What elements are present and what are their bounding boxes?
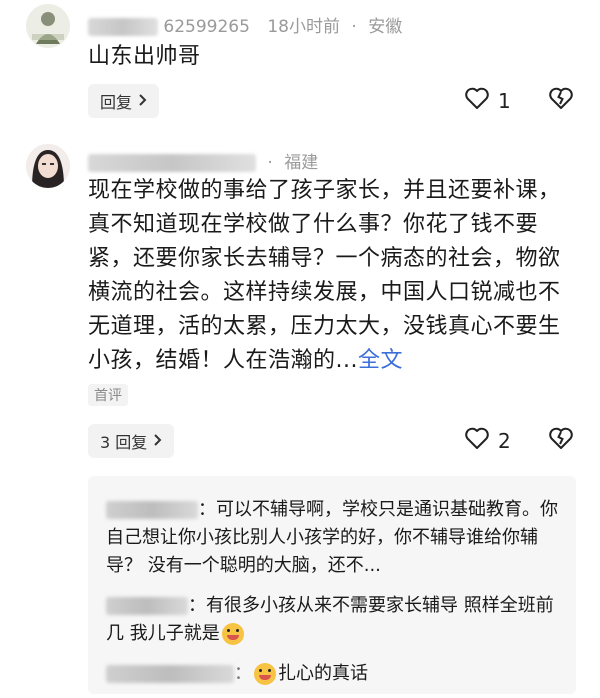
comment-text: 现在学校做的事给了孩子家长，并且还要补课，真不知道现在学校做了什么事？你花了钱不… (88, 174, 572, 378)
chevron-right-icon (153, 432, 162, 451)
sub-reply-username-blurred[interactable] (106, 597, 188, 615)
comment-time: 18小时前 (267, 17, 340, 37)
sub-replies-panel: ：可以不辅导啊，学校只是通识基础教育。你自己想让你小孩比别人小孩学的好，你不辅导… (88, 476, 576, 694)
reply-button[interactable]: 回复 (88, 84, 160, 118)
heart-icon (464, 86, 490, 115)
comment-meta: · 福建 (88, 148, 318, 173)
comment-location: 福建 (284, 153, 319, 173)
first-comment-badge: 首评 (88, 384, 128, 406)
sub-reply-item[interactable]: ：有很多小孩从来不需要家长辅导 照样全班前几 我儿子就是 (106, 592, 566, 648)
username-blurred (88, 18, 158, 36)
sub-reply-text: 扎心的真话 (278, 663, 368, 684)
like-button[interactable]: 2 (464, 426, 511, 455)
comment-text: 山东出帅哥 (88, 44, 201, 69)
like-button[interactable]: 1 (464, 86, 511, 115)
comment-item: 62599265 18小时前 · 安徽 山东出帅哥 回复 1 (0, 0, 600, 130)
dislike-icon[interactable] (548, 426, 574, 454)
chevron-right-icon (138, 92, 147, 111)
emoji-icon (221, 623, 244, 645)
dislike-icon[interactable] (548, 86, 574, 114)
comment-meta: 62599265 18小时前 · 安徽 (88, 12, 402, 37)
sub-reply-username-blurred[interactable] (106, 665, 234, 683)
comment-text-content: 现在学校做的事给了孩子家长，并且还要补课，真不知道现在学校做了什么事？你花了钱不… (88, 178, 561, 373)
avatar[interactable] (26, 4, 70, 48)
sub-reply-item[interactable]: ：扎心的真话 (106, 660, 566, 688)
comment-item: · 福建 现在学校做的事给了孩子家长，并且还要补课，真不知道现在学校做了什么事？… (0, 130, 600, 470)
sub-reply-item[interactable]: ：可以不辅导啊，学校只是通识基础教育。你自己想让你小孩比别人小孩学的好，你不辅导… (106, 496, 566, 580)
username-suffix[interactable]: 62599265 (163, 17, 250, 37)
avatar[interactable] (26, 144, 70, 188)
emoji-icon (254, 663, 276, 685)
reply-button[interactable]: 3 回复 (88, 424, 175, 458)
like-count: 1 (498, 88, 511, 113)
expand-full-text-link[interactable]: 全文 (358, 348, 403, 373)
reply-label: 3 回复 (100, 433, 148, 452)
like-count: 2 (498, 428, 511, 453)
username-blurred[interactable] (88, 154, 256, 172)
reply-label: 回复 (100, 93, 133, 112)
heart-icon (464, 426, 490, 455)
sub-reply-username-blurred[interactable] (106, 501, 198, 519)
comment-location: 安徽 (368, 17, 403, 37)
